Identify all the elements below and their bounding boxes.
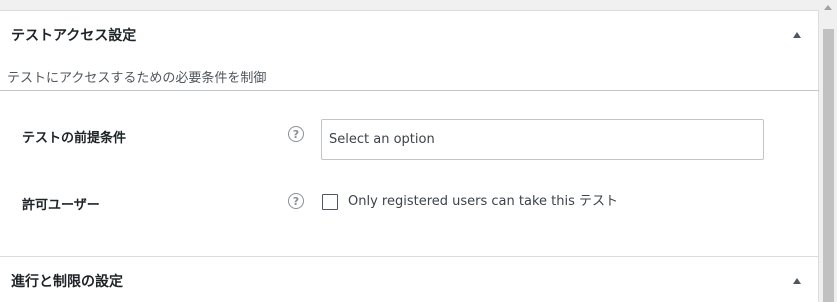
collapse-toggle-icon[interactable] <box>793 278 801 284</box>
progress-settings-header[interactable]: 進行と制限の設定 <box>0 257 819 302</box>
registered-users-checkbox-label[interactable]: Only registered users can take this テスト <box>348 194 618 210</box>
scroll-up-arrow-icon[interactable] <box>824 5 832 10</box>
access-settings-title: テストアクセス設定 <box>11 28 137 44</box>
section-divider <box>0 90 819 91</box>
prerequisite-label: テストの前提条件 <box>22 131 127 146</box>
scrollbar-thumb[interactable] <box>823 29 834 302</box>
help-icon[interactable]: ? <box>288 126 304 142</box>
progress-settings-title: 進行と制限の設定 <box>11 274 123 290</box>
registered-users-checkbox[interactable] <box>322 194 338 210</box>
prerequisite-select[interactable]: Select an option <box>321 119 764 160</box>
settings-screen: テストアクセス設定 テストにアクセスするための必要条件を制御 テストの前提条件 … <box>0 0 837 302</box>
vertical-scrollbar[interactable] <box>820 0 837 302</box>
settings-panel: テストアクセス設定 テストにアクセスするための必要条件を制御 テストの前提条件 … <box>0 10 819 302</box>
collapse-toggle-icon[interactable] <box>793 32 801 38</box>
allowed-users-label: 許可ユーザー <box>22 198 100 213</box>
access-settings-description: テストにアクセスするための必要条件を制御 <box>7 71 267 86</box>
access-settings-header[interactable]: テストアクセス設定 <box>0 11 819 59</box>
help-icon[interactable]: ? <box>288 193 304 209</box>
prerequisite-select-placeholder: Select an option <box>329 132 435 147</box>
